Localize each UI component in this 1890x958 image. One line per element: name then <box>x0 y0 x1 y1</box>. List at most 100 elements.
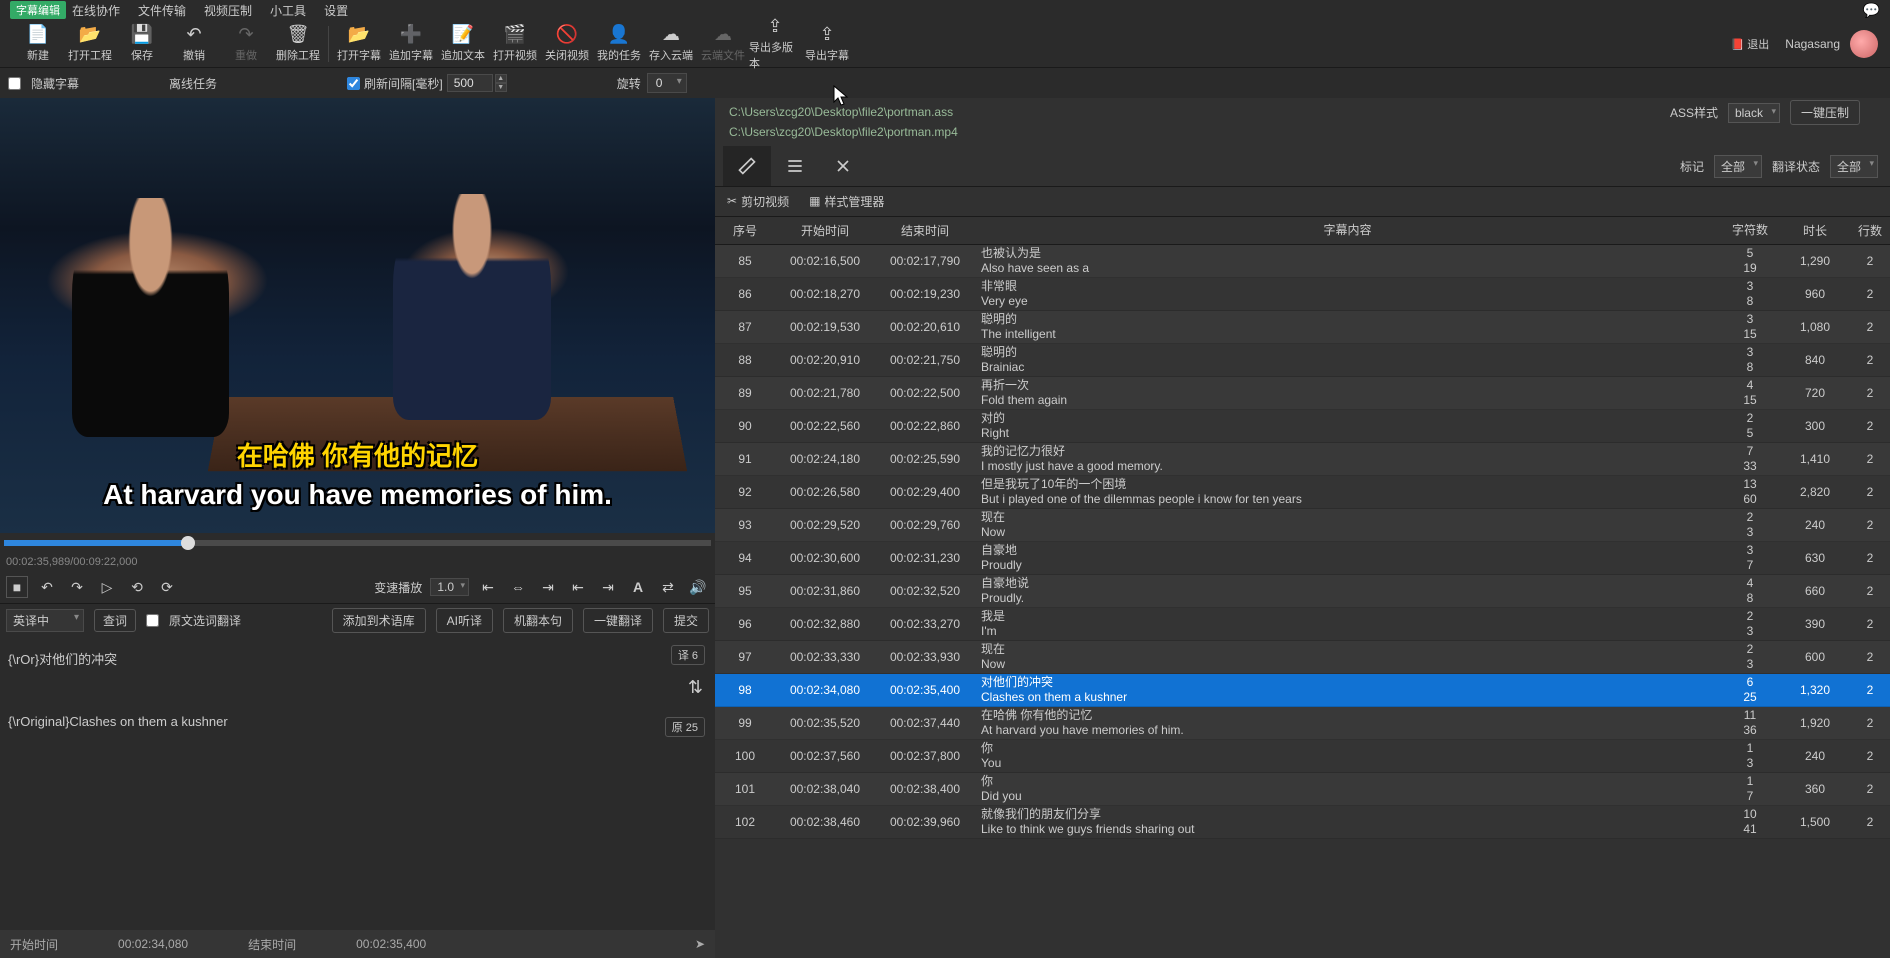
logout-button[interactable]: 📕 退出 <box>1725 34 1776 54</box>
speed-select[interactable]: 1.0 <box>430 578 469 596</box>
lang-select[interactable]: 英译中 <box>6 609 84 632</box>
submit-button[interactable]: 提交 <box>663 608 709 633</box>
avatar[interactable] <box>1850 30 1878 58</box>
table-row[interactable]: 8500:02:16,50000:02:17,790也被认为是Also have… <box>715 245 1890 278</box>
ass-style-select[interactable]: black <box>1728 103 1780 123</box>
table-row[interactable]: 9500:02:31,86000:02:32,520自豪地说Proudly.48… <box>715 575 1890 608</box>
right-pane: C:\Users\zcg20\Desktop\file2\portman.ass… <box>715 98 1890 958</box>
offline-task-label[interactable]: 离线任务 <box>169 75 217 92</box>
table-row[interactable]: 9300:02:29,52000:02:29,760现在Now232402 <box>715 509 1890 542</box>
align-left-icon[interactable]: ⇤ <box>477 576 499 598</box>
refresh-checkbox[interactable] <box>347 77 360 90</box>
lookup-button[interactable]: 查词 <box>94 609 136 632</box>
time-start-value[interactable]: 00:02:34,080 <box>118 937 188 951</box>
video-preview[interactable]: 在哈佛 你有他的记忆 At harvard you have memories … <box>0 98 715 533</box>
table-row[interactable]: 8600:02:18,27000:02:19,230非常眼Very eye389… <box>715 278 1890 311</box>
mark-select[interactable]: 全部 <box>1714 155 1762 178</box>
one-click-translate-button[interactable]: 一键翻译 <box>583 608 653 633</box>
skip-fwd-icon[interactable]: ↷ <box>66 576 88 598</box>
ai-listen-button[interactable]: AI听译 <box>436 608 493 633</box>
rotate-select[interactable]: 0 <box>647 73 687 93</box>
table-row[interactable]: 9700:02:33,33000:02:33,930现在Now236002 <box>715 641 1890 674</box>
menu-tools[interactable]: 小工具 <box>270 2 306 19</box>
table-header: 序号 开始时间 结束时间 字幕内容 字符数 时长 行数 <box>715 217 1890 245</box>
menu-collab[interactable]: 在线协作 <box>72 2 120 19</box>
menu-transfer[interactable]: 文件传输 <box>138 2 186 19</box>
loop-back-icon[interactable]: ⟲ <box>126 576 148 598</box>
align-center-icon[interactable]: ⇔ <box>507 576 529 598</box>
video-path: C:\Users\zcg20\Desktop\file2\portman.mp4 <box>729 122 1876 142</box>
table-row[interactable]: 9900:02:35,52000:02:37,440在哈佛 你有他的记忆At h… <box>715 707 1890 740</box>
table-row[interactable]: 9100:02:24,18000:02:25,590我的记忆力很好I mostl… <box>715 443 1890 476</box>
table-row[interactable]: 9600:02:32,88000:02:33,270我是I'm233902 <box>715 608 1890 641</box>
font-icon[interactable]: A <box>627 576 649 598</box>
table-row[interactable]: 9400:02:30,60000:02:31,230自豪地Proudly3763… <box>715 542 1890 575</box>
menu-compress[interactable]: 视频压制 <box>204 2 252 19</box>
delete-project-button[interactable]: 🗑删除工程 <box>272 22 324 66</box>
menu-settings[interactable]: 设置 <box>324 2 348 19</box>
trans-status-select[interactable]: 全部 <box>1830 155 1878 178</box>
save-cloud-button[interactable]: ☁存入云端 <box>645 22 697 66</box>
tab-edit-icon[interactable] <box>723 146 771 186</box>
style-manager-button[interactable]: ▦ 样式管理器 <box>809 193 884 210</box>
tab-list-icon[interactable] <box>771 146 819 186</box>
seek-bar[interactable] <box>4 540 711 546</box>
redo-button[interactable]: ↷重做 <box>220 22 272 66</box>
table-row[interactable]: 10100:02:38,04000:02:38,400你Did you17360… <box>715 773 1890 806</box>
send-icon[interactable]: ➤ <box>695 937 705 951</box>
close-video-button[interactable]: 🚫关闭视频 <box>541 22 593 66</box>
table-row[interactable]: 9000:02:22,56000:02:22,860对的Right253002 <box>715 410 1890 443</box>
orig-trans-checkbox[interactable] <box>146 614 159 627</box>
mark-out-icon[interactable]: ⇥ <box>597 576 619 598</box>
table-row[interactable]: 8900:02:21,78000:02:22,500再折一次Fold them … <box>715 377 1890 410</box>
tool-row: ✂ 剪切视频 ▦ 样式管理器 <box>715 187 1890 217</box>
refresh-value[interactable]: 500 <box>447 74 493 92</box>
compress-button[interactable]: 一键压制 <box>1790 100 1860 125</box>
hide-subtitle-checkbox[interactable] <box>8 77 21 90</box>
open-project-button[interactable]: 📂打开工程 <box>64 22 116 66</box>
align-right-icon[interactable]: ⇥ <box>537 576 559 598</box>
notification-icon[interactable]: 💬 <box>1863 2 1880 19</box>
time-end-value[interactable]: 00:02:35,400 <box>356 937 426 951</box>
append-text-button[interactable]: 📝追加文本 <box>437 22 489 66</box>
table-row[interactable]: 10200:02:38,46000:02:39,960就像我们的朋友们分享Lik… <box>715 806 1890 839</box>
hide-subtitle-label: 隐藏字幕 <box>31 75 79 92</box>
edit-line-en[interactable]: {\rOriginal}Clashes on them a kushner <box>8 708 707 735</box>
refresh-spinner[interactable]: ▲▼ <box>495 74 507 92</box>
table-row[interactable]: 9800:02:34,08000:02:35,400对他们的冲突Clashes … <box>715 674 1890 707</box>
mt-sentence-button[interactable]: 机翻本句 <box>503 608 573 633</box>
open-video-button[interactable]: 🎬打开视频 <box>489 22 541 66</box>
menubar: 字幕编辑 在线协作 文件传输 视频压制 小工具 设置 💬 <box>0 0 1890 20</box>
add-glossary-button[interactable]: 添加到术语库 <box>332 608 426 633</box>
table-row[interactable]: 9200:02:26,58000:02:29,400但是我玩了10年的一个困境B… <box>715 476 1890 509</box>
subtitle-en: At harvard you have memories of him. <box>0 479 715 511</box>
swap-icon[interactable]: ⇄ <box>657 576 679 598</box>
play-icon[interactable]: ▷ <box>96 576 118 598</box>
stop-icon[interactable]: ■ <box>6 576 28 598</box>
cloud-file-button[interactable]: ☁云端文件 <box>697 22 749 66</box>
right-top-options: ASS样式 black 一键压制 <box>1670 100 1860 125</box>
loop-fwd-icon[interactable]: ⟳ <box>156 576 178 598</box>
undo-button[interactable]: ↶撤销 <box>168 22 220 66</box>
cut-video-button[interactable]: ✂ 剪切视频 <box>727 193 789 210</box>
tab-tools-icon[interactable] <box>819 146 867 186</box>
add-subtitle-button[interactable]: ➕追加字幕 <box>385 22 437 66</box>
table-row[interactable]: 8700:02:19,53000:02:20,610聪明的The intelli… <box>715 311 1890 344</box>
table-row[interactable]: 8800:02:20,91000:02:21,750聪明的Brainiac388… <box>715 344 1890 377</box>
swap-lines-icon[interactable]: ⇅ <box>688 677 703 698</box>
mark-in-icon[interactable]: ⇤ <box>567 576 589 598</box>
table-row[interactable]: 10000:02:37,56000:02:37,800你You132402 <box>715 740 1890 773</box>
open-subtitle-button[interactable]: 📂打开字幕 <box>333 22 385 66</box>
skip-back-icon[interactable]: ↶ <box>36 576 58 598</box>
edit-line-cn[interactable]: {\rOr}对他们的冲突 <box>8 643 707 674</box>
menu-tag: 字幕编辑 <box>10 1 66 19</box>
badge-orig: 原 25 <box>665 717 705 737</box>
volume-icon[interactable]: 🔊 <box>687 576 709 598</box>
save-button[interactable]: 💾保存 <box>116 22 168 66</box>
time-start-label: 开始时间 <box>10 936 58 953</box>
export-multi-button[interactable]: ⇪导出多版本 <box>749 22 801 66</box>
export-subtitle-button[interactable]: ⇪导出字幕 <box>801 22 853 66</box>
new-button[interactable]: 📄新建 <box>12 22 64 66</box>
username: Nagasang <box>1785 37 1840 51</box>
my-tasks-button[interactable]: 👤我的任务 <box>593 22 645 66</box>
